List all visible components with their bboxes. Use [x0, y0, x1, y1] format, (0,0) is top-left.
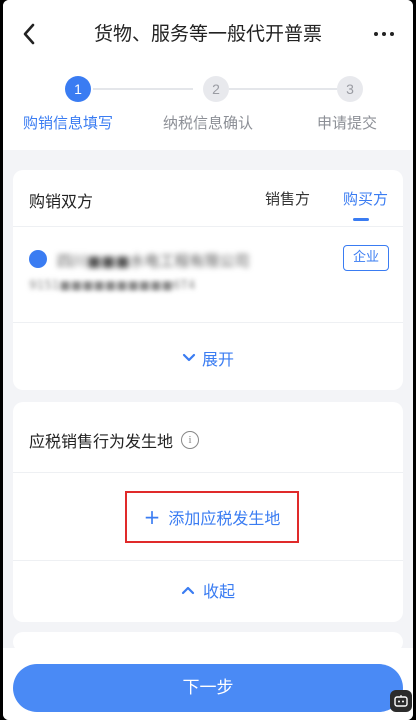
- party-tax-id: 9151■■■■■■■■■■6T4: [29, 278, 196, 292]
- chevron-down-icon: [182, 353, 196, 362]
- stepper: 1 2 3 购销信息填写 纳税信息确认 申请提交: [3, 66, 413, 150]
- location-heading: 应税销售行为发生地: [29, 432, 174, 451]
- party-avatar: [29, 250, 47, 268]
- step-connector: [93, 88, 193, 90]
- parties-card: 购销双方 销售方 购买方 四川■■■水电工程有限公司 9151■■■■■■■■■…: [13, 170, 403, 390]
- active-tab-indicator: [353, 218, 369, 221]
- floating-assistant-icon[interactable]: [390, 690, 412, 712]
- divider: [13, 322, 403, 323]
- collapse-label: 收起: [202, 582, 235, 601]
- step-3-indicator: 3: [337, 76, 363, 102]
- next-step-button[interactable]: 下一步: [13, 664, 403, 712]
- step-1-label: 购销信息填写: [23, 114, 114, 132]
- info-icon[interactable]: i: [181, 431, 200, 449]
- parties-heading: 购销双方: [29, 192, 94, 211]
- location-heading-row: 应税销售行为发生地 i: [29, 428, 200, 452]
- enterprise-badge: 企业: [343, 245, 389, 271]
- tab-buyer[interactable]: 购买方: [343, 188, 388, 209]
- step-2-indicator: 2: [203, 76, 229, 102]
- more-icon[interactable]: [369, 22, 399, 46]
- step-2-label: 纳税信息确认: [163, 114, 254, 132]
- app-screen: 货物、服务等一般代开普票 1 2 3 购销信息填写 纳税信息确认 申请提交 购销…: [3, 0, 413, 720]
- add-location-button[interactable]: + 添加应税发生地: [125, 491, 299, 543]
- page-title: 货物、服务等一般代开普票: [93, 23, 322, 45]
- collapse-button[interactable]: 收起: [13, 578, 403, 602]
- step-3-label: 申请提交: [317, 114, 378, 132]
- location-card: 应税销售行为发生地 i + 添加应税发生地 收起: [13, 402, 403, 622]
- expand-label: 展开: [201, 350, 234, 369]
- step-connector: [229, 88, 337, 90]
- tab-seller[interactable]: 销售方: [265, 188, 310, 209]
- chevron-up-icon: [181, 586, 195, 595]
- step-1-indicator: 1: [65, 76, 91, 102]
- nav-bar: 货物、服务等一般代开普票: [3, 0, 413, 66]
- plus-icon: +: [143, 505, 161, 529]
- expand-button[interactable]: 展开: [13, 346, 403, 370]
- divider: [13, 560, 403, 561]
- add-location-label: 添加应税发生地: [168, 509, 281, 528]
- divider: [13, 472, 403, 473]
- divider: [13, 226, 403, 227]
- party-name: 四川■■■水电工程有限公司: [57, 252, 250, 270]
